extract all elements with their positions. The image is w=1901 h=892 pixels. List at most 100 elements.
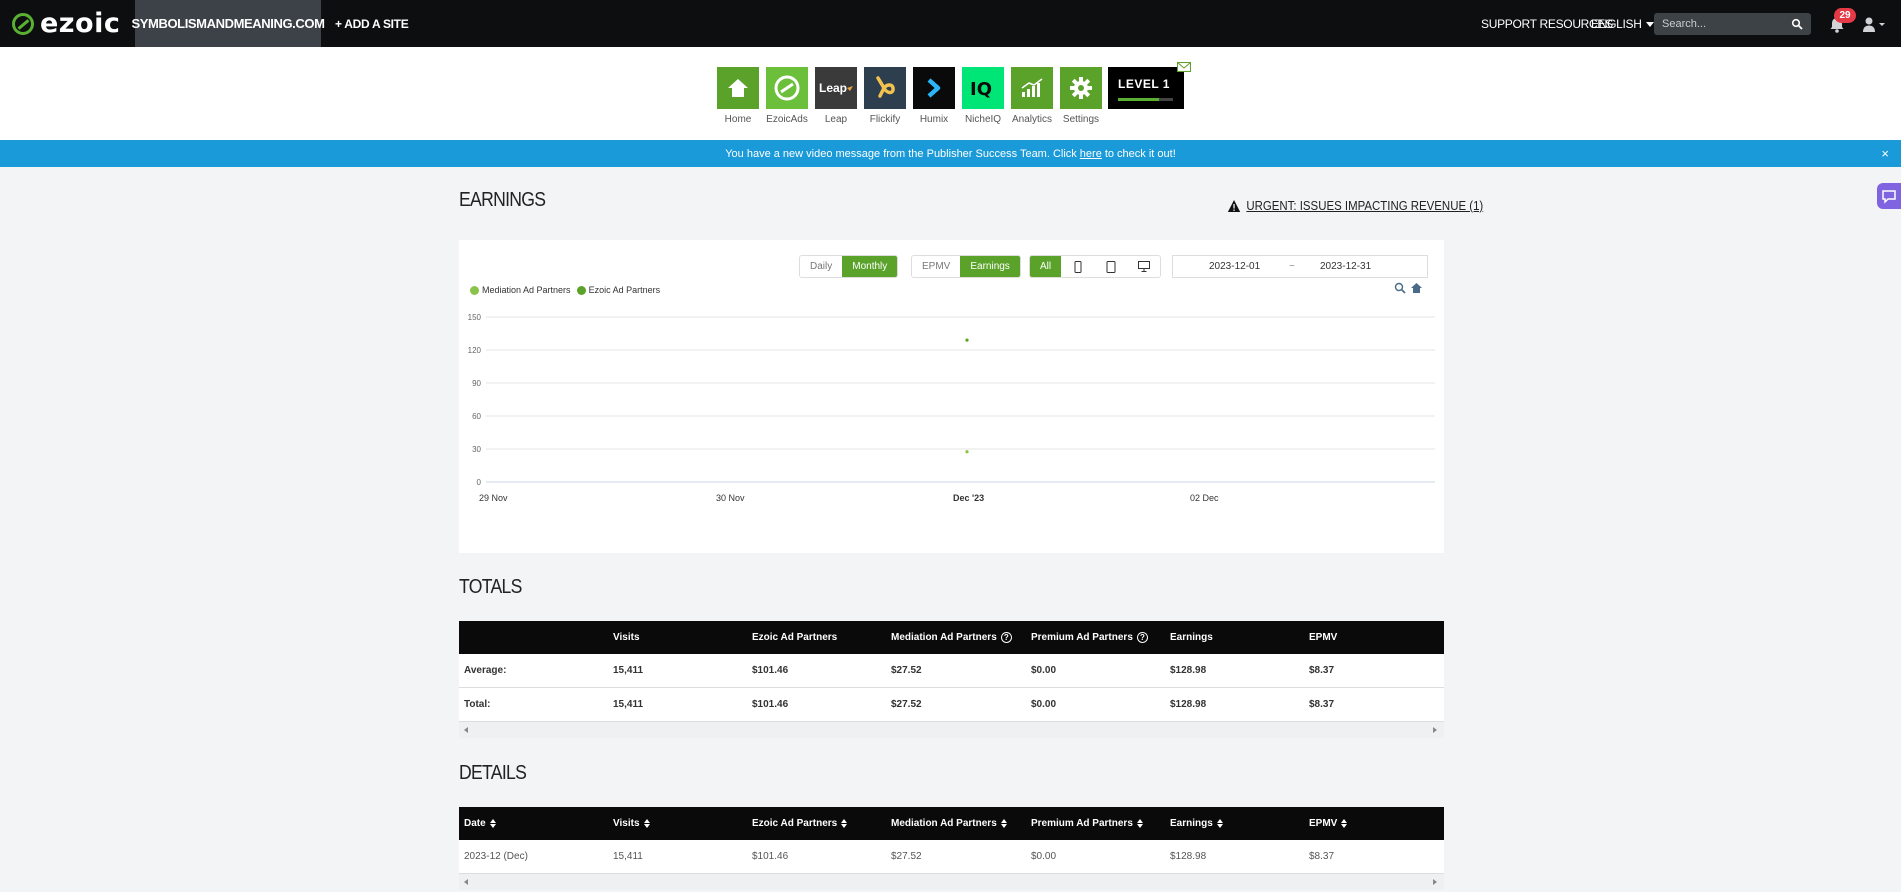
header-label: EPMV (1309, 818, 1338, 829)
urgent-issues-link[interactable]: URGENT: ISSUES IMPACTING REVENUE (1) (1227, 198, 1483, 213)
flickify-icon (876, 76, 895, 98)
date-from: 2023-12-01 (1209, 261, 1261, 272)
top-bar: ezoic SYMBOLISMANDMEANING.COM + ADD A SI… (0, 0, 1901, 47)
table-cell: $27.52 (891, 665, 922, 676)
header-label: Visits (613, 818, 640, 829)
level-progress (1118, 98, 1173, 101)
help-icon[interactable]: ? (1136, 632, 1148, 643)
date-to: 2023-12-31 (1320, 261, 1372, 272)
desktop-icon (1137, 261, 1150, 272)
user-icon[interactable] (1862, 15, 1886, 33)
scroll-right-icon[interactable] (1433, 727, 1437, 733)
app-settings[interactable]: Settings (1060, 67, 1102, 125)
table-row: Total: 15,411 $101.46 $27.52 $0.00 $128.… (459, 688, 1444, 722)
sortable-header-premium[interactable]: Premium Ad Partners (1031, 807, 1143, 840)
tablet-button[interactable] (1094, 256, 1128, 277)
sortable-header-ezoic[interactable]: Ezoic Ad Partners (752, 807, 848, 840)
horizontal-scrollbar[interactable] (459, 722, 1444, 738)
scroll-left-icon[interactable] (464, 727, 468, 733)
level-text: LEVEL 1 (1118, 77, 1170, 91)
monthly-button[interactable]: Monthly (842, 256, 898, 277)
y-tick-label: 90 (472, 379, 481, 388)
caret-down-icon (1645, 22, 1654, 28)
app-flickify[interactable]: Flickify (864, 67, 906, 125)
table-cell: $8.37 (1309, 851, 1335, 862)
totals-title: TOTALS (459, 576, 522, 598)
level-badge[interactable]: LEVEL 1 (1108, 67, 1184, 109)
app-leap[interactable]: Leap Leap (815, 67, 857, 125)
gear-icon (1070, 77, 1092, 99)
table-cell: 15,411 (613, 699, 644, 710)
legend-item[interactable]: Mediation Ad Partners (470, 285, 571, 295)
brand-name: ezoic (40, 8, 121, 39)
ezoic-logo[interactable]: ezoic (12, 8, 121, 39)
header-cell: Ezoic Ad Partners (752, 632, 838, 643)
warning-icon (1227, 199, 1241, 212)
app-tile (913, 67, 955, 109)
mail-icon[interactable] (1177, 62, 1191, 72)
table-cell: $8.37 (1309, 699, 1335, 710)
header-label: Earnings (1170, 818, 1213, 829)
app-tile (1060, 67, 1102, 109)
legend-dot (470, 285, 479, 295)
legend-item[interactable]: Ezoic Ad Partners (576, 285, 660, 295)
scroll-left-icon[interactable] (464, 879, 468, 885)
sortable-header-mediation[interactable]: Mediation Ad Partners (891, 807, 1007, 840)
banner-link[interactable]: here (1080, 148, 1102, 160)
table-cell: $101.46 (752, 851, 789, 862)
legend-dot (576, 285, 586, 295)
device-toggle: All (1029, 255, 1162, 278)
date-separator: ~ (1289, 261, 1295, 272)
app-analytics[interactable]: Analytics (1011, 67, 1053, 125)
table-row: 2023-12 (Dec) 15,411 $101.46 $27.52 $0.0… (459, 840, 1444, 874)
search-input[interactable] (1654, 13, 1784, 35)
header-label: Premium Ad Partners (1031, 818, 1133, 829)
date-range-picker[interactable]: 2023-12-01 ~ 2023-12-31 (1172, 255, 1428, 278)
chat-icon[interactable] (1877, 183, 1901, 209)
x-tick-label: 02 Dec (1190, 493, 1219, 503)
all-devices-button[interactable]: All (1030, 256, 1062, 277)
table-cell: 2023-12 (Dec) (464, 851, 528, 862)
table-header: Date Visits Ezoic Ad Partners Mediation … (459, 807, 1444, 840)
header-cell-premium: Premium Ad Partners? (1031, 621, 1148, 654)
reset-zoom-home-icon[interactable] (1410, 282, 1423, 294)
table-header: Visits Ezoic Ad Partners Mediation Ad Pa… (459, 621, 1444, 654)
zoom-icon[interactable] (1394, 282, 1406, 294)
table-cell: $128.98 (1170, 851, 1207, 862)
app-humix[interactable]: Humix (913, 67, 955, 125)
sortable-header-visits[interactable]: Visits (613, 807, 650, 840)
epmv-button[interactable]: EPMV (912, 256, 961, 277)
daily-button[interactable]: Daily (800, 256, 843, 277)
sort-icon (1136, 819, 1143, 828)
y-tick-label: 120 (468, 346, 482, 355)
earnings-chart: 0 30 60 90 120 150 29 Nov 30 Nov Dec '23 02 Dec (468, 313, 1435, 503)
app-ezoicads[interactable]: EzoicAds (766, 67, 808, 125)
site-selector[interactable]: SYMBOLISMANDMEANING.COM (131, 0, 325, 47)
app-home[interactable]: Home (717, 67, 759, 125)
app-tile (1011, 67, 1053, 109)
x-tick-label: Dec '23 (953, 493, 984, 503)
header-cell: Earnings (1170, 632, 1213, 643)
close-icon[interactable]: × (1881, 146, 1889, 161)
help-icon[interactable]: ? (1000, 632, 1012, 643)
table-cell: $0.00 (1031, 699, 1057, 710)
metric-toggle: EPMV Earnings (911, 255, 1021, 278)
language-label: ENGLISH (1591, 17, 1642, 31)
sortable-header-epmv[interactable]: EPMV (1309, 807, 1348, 840)
banner-text-end: to check it out! (1104, 147, 1176, 160)
language-dropdown[interactable]: ENGLISH (1591, 17, 1654, 31)
search-icon[interactable] (1791, 18, 1803, 30)
period-toggle: Daily Monthly (799, 255, 899, 278)
y-tick-label: 30 (472, 445, 481, 454)
table-cell: $8.37 (1309, 665, 1335, 676)
scroll-right-icon[interactable] (1433, 879, 1437, 885)
app-nicheiq[interactable]: IQ NicheIQ (962, 67, 1004, 125)
earnings-button[interactable]: Earnings (960, 256, 1020, 277)
mobile-button[interactable] (1061, 256, 1095, 277)
sortable-header-date[interactable]: Date (464, 807, 496, 840)
horizontal-scrollbar[interactable] (459, 874, 1444, 890)
header-cell: Visits (613, 632, 640, 643)
sortable-header-earnings[interactable]: Earnings (1170, 807, 1223, 840)
desktop-button[interactable] (1127, 256, 1161, 277)
add-site-link[interactable]: + ADD A SITE (335, 17, 409, 31)
